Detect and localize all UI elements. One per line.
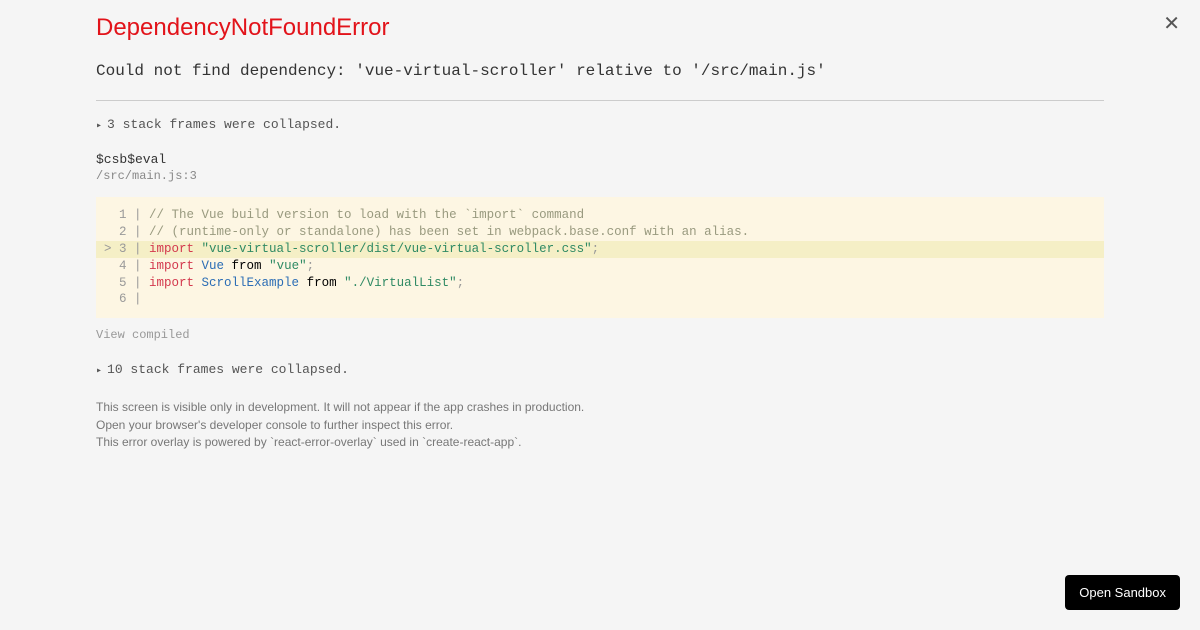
error-message: Could not find dependency: 'vue-virtual-… bbox=[96, 62, 1104, 80]
code-line: 2 | // (runtime-only or standalone) has … bbox=[96, 224, 1104, 241]
close-icon[interactable]: ✕ bbox=[1163, 14, 1180, 34]
code-line: 4 | import Vue from "vue"; bbox=[96, 258, 1104, 275]
code-line: 6 | bbox=[96, 291, 1104, 308]
dev-notes: This screen is visible only in developme… bbox=[96, 399, 1104, 451]
dev-note-line: This error overlay is powered by `react-… bbox=[96, 434, 1104, 451]
stack-frame-function: $csb$eval bbox=[96, 152, 1104, 167]
code-line: 1 | // The Vue build version to load wit… bbox=[96, 207, 1104, 224]
code-line: 5 | import ScrollExample from "./Virtual… bbox=[96, 275, 1104, 292]
stack-frame-location[interactable]: /src/main.js:3 bbox=[96, 169, 1104, 183]
view-compiled-link[interactable]: View compiled bbox=[96, 328, 1104, 342]
code-snippet: 1 | // The Vue build version to load wit… bbox=[96, 197, 1104, 318]
collapsed-frames-bottom[interactable]: 10 stack frames were collapsed. bbox=[96, 362, 1104, 377]
divider bbox=[96, 100, 1104, 101]
dev-note-line: Open your browser's developer console to… bbox=[96, 417, 1104, 434]
open-sandbox-button[interactable]: Open Sandbox bbox=[1065, 575, 1180, 610]
error-overlay: DependencyNotFoundError Could not find d… bbox=[0, 0, 1200, 451]
dev-note-line: This screen is visible only in developme… bbox=[96, 399, 1104, 416]
collapsed-frames-top[interactable]: 3 stack frames were collapsed. bbox=[96, 117, 1104, 132]
error-title: DependencyNotFoundError bbox=[96, 14, 1104, 42]
code-line-highlight: > 3 | import "vue-virtual-scroller/dist/… bbox=[96, 241, 1104, 258]
